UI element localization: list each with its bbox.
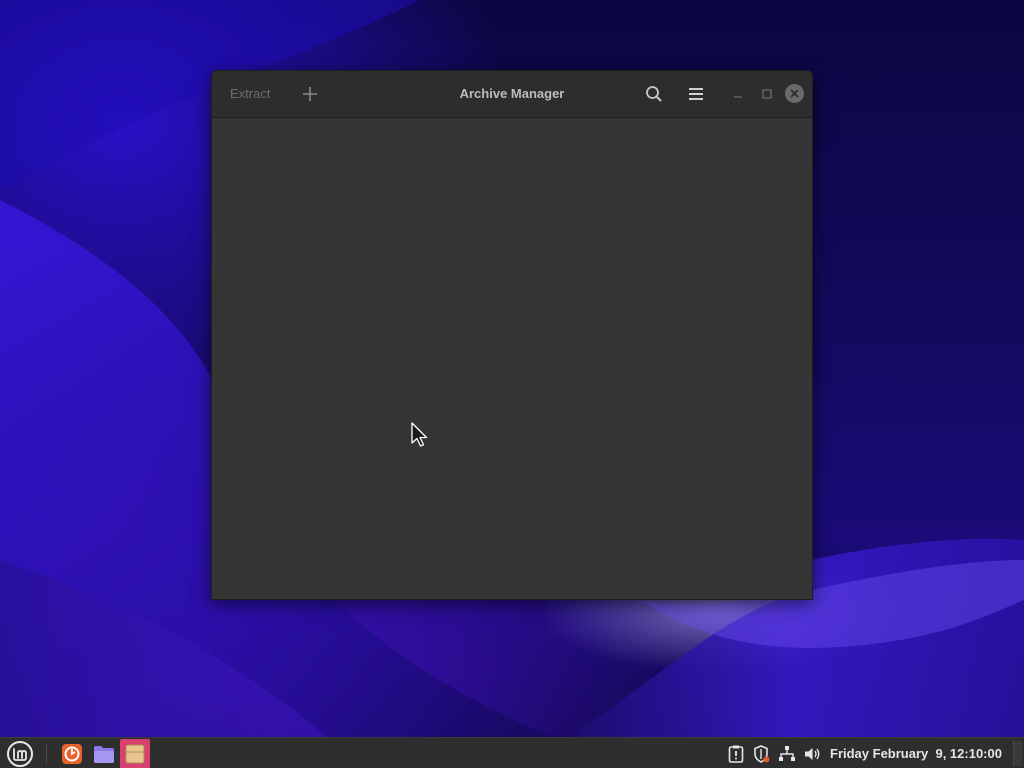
update-manager-tray[interactable] xyxy=(726,744,746,764)
extract-button[interactable]: Extract xyxy=(222,80,278,108)
window-title: Archive Manager xyxy=(459,86,565,101)
main-menu-button[interactable] xyxy=(682,80,710,108)
firefox-launcher[interactable] xyxy=(57,739,87,768)
archive-manager-launcher[interactable] xyxy=(120,739,150,768)
archive-icon xyxy=(125,744,145,764)
start-menu-button[interactable] xyxy=(3,739,37,768)
linux-mint-logo-icon xyxy=(7,741,33,767)
search-icon xyxy=(646,86,662,102)
maximize-button[interactable] xyxy=(757,84,777,104)
show-desktop-button[interactable] xyxy=(1013,741,1022,766)
taskbar-panel: Friday February 9, 12:10:00 xyxy=(0,737,1024,768)
shield-icon xyxy=(754,745,770,763)
add-files-button[interactable] xyxy=(296,80,324,108)
volume-icon xyxy=(805,748,820,760)
network-tray[interactable] xyxy=(777,744,797,764)
minimize-button[interactable] xyxy=(728,84,748,104)
files-launcher[interactable] xyxy=(89,739,119,768)
minimize-icon xyxy=(734,96,742,98)
security-tray[interactable] xyxy=(751,744,771,764)
mouse-cursor-icon xyxy=(411,422,428,447)
archive-manager-window[interactable]: Extract Archive Manager xyxy=(211,70,813,600)
update-manager-icon xyxy=(728,745,744,763)
taskbar-separator xyxy=(46,744,47,764)
maximize-icon xyxy=(762,89,772,99)
plus-icon xyxy=(303,87,317,101)
taskbar-clock[interactable]: Friday February 9, 12:10:00 xyxy=(830,738,1002,768)
close-icon xyxy=(790,89,799,98)
folder-icon xyxy=(94,746,114,763)
search-button[interactable] xyxy=(640,80,668,108)
close-button[interactable] xyxy=(785,84,804,103)
hamburger-menu-icon xyxy=(689,88,703,100)
volume-tray[interactable] xyxy=(802,744,822,764)
window-headerbar[interactable]: Extract Archive Manager xyxy=(212,71,812,118)
network-icon xyxy=(779,746,795,761)
archive-content-area[interactable] xyxy=(212,118,812,599)
firefox-icon xyxy=(62,744,82,764)
